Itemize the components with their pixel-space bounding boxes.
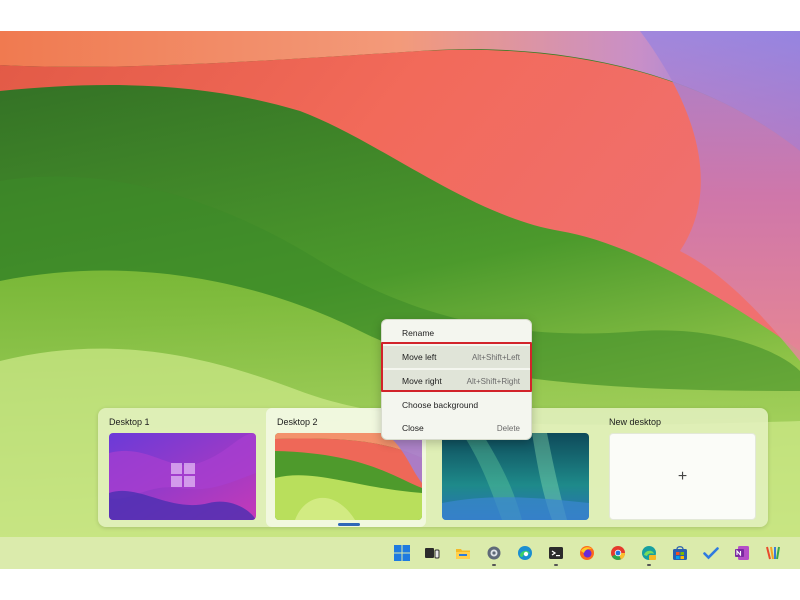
current-desktop-indicator [338,523,360,526]
windows-start-icon[interactable] [394,545,410,561]
new-desktop-tile[interactable]: New desktop + [598,408,758,527]
desktop-3-thumbnail[interactable] [442,433,589,520]
shortcut-hint: Alt+Shift+Right [466,376,520,386]
menu-item-choose-background[interactable]: Choose background [383,394,531,416]
running-indicator [554,564,558,566]
firefox-icon[interactable] [579,545,595,561]
terminal-icon[interactable] [548,545,564,561]
microsoft-store-icon[interactable] [672,545,688,561]
menu-item-rename[interactable]: Rename [383,322,531,344]
edge-canary-icon[interactable] [641,545,657,561]
shortcut-hint: Delete [496,423,520,433]
shortcut-hint: Alt+Shift+Left [471,352,520,362]
desktop-title: New desktop [609,417,662,427]
settings-icon[interactable] [486,545,502,561]
task-view-icon[interactable] [424,545,440,561]
taskbar [0,537,800,569]
desktop-1-tile[interactable]: Desktop 1 [98,408,258,527]
desktop-1-thumbnail[interactable] [109,433,256,520]
desktop-screen: Desktop 1 Desktop 2 New desktop + Rename… [0,31,800,569]
desktop-title: Desktop 1 [109,417,150,427]
plus-icon: + [677,467,688,485]
menu-item-move-right[interactable]: Move right Alt+Shift+Right [383,370,531,392]
chrome-icon[interactable] [610,545,626,561]
running-indicator [647,564,651,566]
file-explorer-icon[interactable] [455,545,471,561]
desktop-2-thumbnail[interactable] [275,433,422,520]
menu-item-close[interactable]: Close Delete [383,417,531,439]
onenote-icon[interactable] [734,545,750,561]
menu-item-move-left[interactable]: Move left Alt+Shift+Left [383,346,531,368]
desktop-title: Desktop 2 [277,417,318,427]
desktop-context-menu: Rename Move left Alt+Shift+Left Move rig… [381,319,532,440]
edge-icon[interactable] [517,545,533,561]
running-indicator [492,564,496,566]
new-desktop-button[interactable]: + [609,433,756,520]
todo-icon[interactable] [703,545,719,561]
app-icon[interactable] [765,545,781,561]
